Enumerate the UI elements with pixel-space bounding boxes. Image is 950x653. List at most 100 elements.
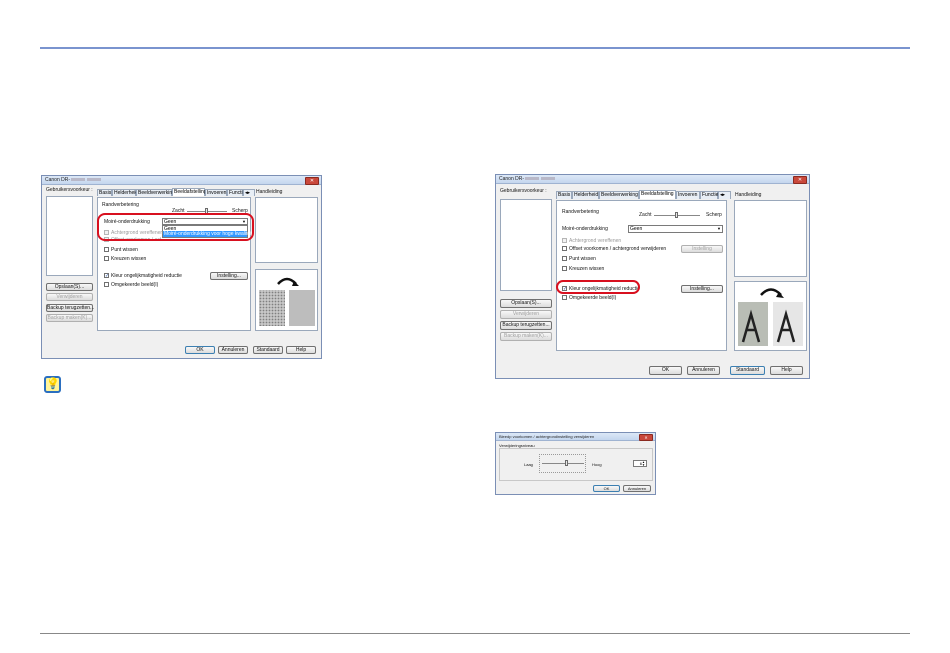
- tab-beeldverwerking[interactable]: Beeldverwerking: [599, 191, 639, 199]
- moire-select[interactable]: Geen ▼: [628, 225, 723, 233]
- restore-backup-button[interactable]: Backup terugzetten...: [46, 304, 94, 312]
- notch-remove-checkbox[interactable]: [104, 256, 109, 261]
- close-button[interactable]: ✕: [793, 176, 807, 184]
- tab-basis[interactable]: Basis: [97, 189, 112, 196]
- tab-basis[interactable]: Basis: [556, 191, 572, 199]
- ok-button[interactable]: OK: [593, 485, 620, 492]
- dot-remove-checkbox[interactable]: [562, 256, 567, 261]
- save-button[interactable]: Opslaan(S)...: [500, 299, 552, 308]
- title-bar: Canon DR- ✕: [496, 175, 809, 184]
- title-bar: Canon DR- ✕: [42, 176, 321, 185]
- edge-enhance-label: Randverbetering: [562, 209, 599, 215]
- preview-panel: [255, 269, 318, 331]
- default-button[interactable]: Standaard: [730, 366, 765, 375]
- chevron-down-icon: ▼: [717, 226, 721, 231]
- bg-smooth-label: Achtergrond vereffenen: [569, 238, 622, 244]
- tab-invoeren[interactable]: Invoeren: [205, 189, 227, 196]
- slider-high-label: Scherp: [706, 212, 722, 218]
- slider-low-label: Zacht: [639, 212, 652, 218]
- tab-strip: Basis Helderheid Beeldverwerking Beeldaf…: [97, 188, 255, 197]
- default-button[interactable]: Standaard: [253, 346, 283, 354]
- save-button[interactable]: Opslaan(S)...: [46, 283, 93, 291]
- offset-label: Offset voorkomen / achtergrond verwijder…: [569, 246, 667, 252]
- ok-button[interactable]: OK: [185, 346, 215, 354]
- settings-dialog-left: Canon DR- ✕ Gebruikersvoorkeur : Opslaan…: [41, 175, 322, 359]
- offset-settings-button[interactable]: Instelling: [681, 245, 723, 253]
- make-backup-button[interactable]: Backup maken(K)...: [500, 332, 552, 341]
- user-preset-list[interactable]: [46, 196, 93, 276]
- window-title: Bleedp voorkomen / achtergrondinstelling…: [499, 434, 595, 439]
- make-backup-button[interactable]: Backup maken(K)...: [46, 314, 93, 322]
- tab-invoeren[interactable]: Invoeren: [676, 191, 700, 199]
- level-slider-track: [542, 463, 584, 464]
- level-slider-thumb[interactable]: [565, 460, 568, 466]
- level-value-spinner[interactable]: 6 ▲ ▼: [633, 460, 647, 467]
- user-preset-list[interactable]: [500, 199, 552, 291]
- manual-panel: [255, 197, 318, 263]
- tab-beeldafstelling[interactable]: Beeldafstelling: [172, 188, 207, 196]
- dot-remove-label: Punt wissen: [111, 247, 138, 253]
- tab-functie[interactable]: Functie: [700, 191, 718, 199]
- inverse-label: Omgekeerde beeld(I): [569, 295, 617, 301]
- footer-rule: [40, 633, 910, 634]
- window-title: Canon DR-: [45, 177, 71, 183]
- cancel-button[interactable]: Annuleren: [623, 485, 651, 492]
- color-reduction-preview-image: [738, 288, 803, 346]
- tab-beeldafstelling[interactable]: Beeldafstelling: [639, 190, 676, 199]
- bleed-removal-dialog: Bleedp voorkomen / achtergrondinstelling…: [495, 432, 656, 495]
- settings-dialog-right: Canon DR- ✕ Gebruikersvoorkeur : Opslaan…: [495, 174, 810, 379]
- inverse-checkbox[interactable]: [104, 282, 109, 287]
- spinner-arrows-icon: ▲ ▼: [642, 460, 645, 467]
- dot-remove-label: Punt wissen: [569, 256, 596, 262]
- low-label: Laag: [524, 462, 533, 467]
- user-preset-label: Gebruikersvoorkeur :: [500, 188, 547, 194]
- manual-label: Handleiding: [735, 192, 762, 198]
- notch-remove-label: Kreuzen wissen: [569, 266, 605, 272]
- high-label: Hoog: [592, 462, 602, 467]
- color-reduction-checkbox[interactable]: ✓: [104, 273, 109, 279]
- tab-helderheid[interactable]: Helderheid: [112, 189, 138, 196]
- preview-panel: [734, 281, 807, 351]
- manual-label: Handleiding: [256, 189, 283, 195]
- edge-slider-thumb[interactable]: [675, 212, 678, 218]
- tab-strip: Basis Helderheid Beeldverwerking Beeldaf…: [556, 190, 732, 200]
- cancel-button[interactable]: Annuleren: [218, 346, 248, 354]
- notch-remove-label: Kreuzen wissen: [111, 256, 147, 262]
- tab-functie[interactable]: Functi: [227, 189, 243, 196]
- highlight-moire: [97, 213, 254, 241]
- tab-panel: Randverbetering Zacht Scherp Moiré-onder…: [556, 200, 727, 351]
- notch-remove-checkbox[interactable]: [562, 266, 567, 271]
- restore-backup-button[interactable]: Backup terugzetten...: [500, 321, 552, 330]
- color-settings-button[interactable]: Instelling...: [681, 285, 723, 293]
- moire-label: Moiré-onderdrukking: [562, 226, 608, 232]
- close-button[interactable]: ✕: [305, 177, 319, 185]
- offset-checkbox[interactable]: [562, 246, 567, 251]
- ok-button[interactable]: OK: [649, 366, 682, 375]
- manual-panel: [734, 200, 807, 277]
- bg-smooth-checkbox[interactable]: [562, 238, 567, 243]
- lightbulb-icon: 💡: [44, 376, 61, 393]
- highlight-color-reduction: [556, 280, 640, 294]
- inverse-checkbox[interactable]: [562, 295, 567, 300]
- delete-button[interactable]: Verwijderen: [500, 310, 552, 319]
- edge-enhance-label: Randverbetering: [102, 202, 139, 208]
- dot-remove-checkbox[interactable]: [104, 247, 109, 252]
- tab-helderheid[interactable]: Helderheid: [572, 191, 599, 199]
- help-button[interactable]: Help: [286, 346, 316, 354]
- window-title: Canon DR-: [499, 176, 525, 182]
- header-rule: [40, 47, 910, 49]
- title-bar: Bleedp voorkomen / achtergrondinstelling…: [496, 433, 655, 441]
- color-reduction-label: Kleur ongelijkmatigheid reductie: [111, 273, 182, 279]
- delete-button[interactable]: Verwijderen: [46, 293, 93, 301]
- moire-preview-image: [259, 277, 315, 326]
- moire-select-value: Geen: [630, 226, 643, 232]
- tab-scroll-arrows[interactable]: ◂▸: [243, 189, 255, 196]
- help-button[interactable]: Help: [770, 366, 803, 375]
- close-button[interactable]: ✕: [639, 434, 653, 441]
- tab-scroll-arrows[interactable]: ◂▸: [718, 191, 731, 199]
- user-preset-label: Gebruikersvoorkeur :: [46, 187, 93, 193]
- inverse-label: Omgekeerde beeld(I): [111, 282, 159, 288]
- cancel-button[interactable]: Annuleren: [687, 366, 720, 375]
- tab-beeldverwerking[interactable]: Beeldverwerking: [136, 189, 175, 196]
- color-settings-button[interactable]: Instelling...: [210, 272, 248, 280]
